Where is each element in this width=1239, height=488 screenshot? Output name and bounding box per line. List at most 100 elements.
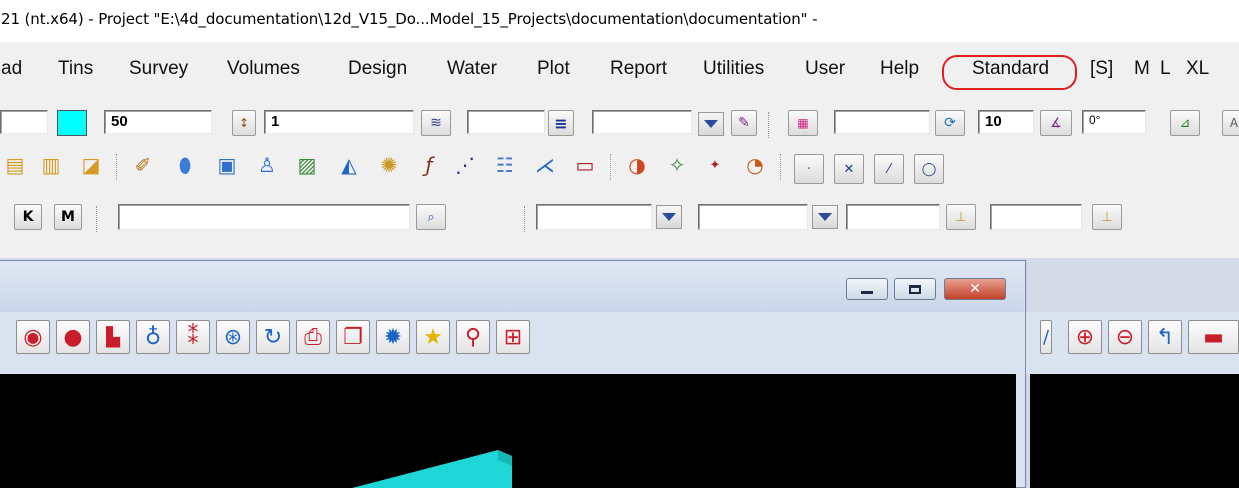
menu-item-size-xl[interactable]: XL xyxy=(1186,58,1209,80)
menu-item-size-s[interactable]: [S] xyxy=(1090,58,1113,80)
steering-wheel-icon[interactable]: ⊛ xyxy=(216,320,250,354)
angle-icon[interactable]: ∡ xyxy=(1040,110,1072,136)
weight-dropdown[interactable] xyxy=(698,112,724,136)
chainage-icon[interactable]: ▦ xyxy=(788,110,818,136)
text-angle-icon[interactable]: ⊿ xyxy=(1170,110,1200,136)
name-field[interactable] xyxy=(0,110,48,134)
coordinate-icon[interactable]: ⊥ xyxy=(946,204,976,230)
line-snap-icon[interactable]: ⁄ xyxy=(874,154,904,184)
minimize-button[interactable] xyxy=(846,278,888,300)
k-button[interactable]: K xyxy=(14,204,42,230)
point-snap-icon[interactable]: · xyxy=(794,154,824,184)
highlight-ring xyxy=(942,55,1077,90)
search-icon[interactable]: ⌕ xyxy=(416,204,446,230)
size-field[interactable]: 50 xyxy=(104,110,212,134)
minus-icon[interactable]: ▬ xyxy=(1188,320,1239,354)
hierarchy-icon[interactable]: ☷ xyxy=(490,150,520,180)
folder-open-icon[interactable]: ▥ xyxy=(36,150,66,180)
dat-icon[interactable]: ✦ xyxy=(700,150,730,180)
rotate-icon[interactable]: ⟳ xyxy=(935,110,965,136)
folder-options-icon[interactable]: ◪ xyxy=(76,150,106,180)
filter-field-3[interactable] xyxy=(846,204,940,230)
title-bar: 21 (nt.x64) - Project "E:\4d_documentati… xyxy=(0,0,1239,42)
linestyle-icon[interactable]: ≋ xyxy=(421,110,451,136)
grid-icon[interactable]: ⊞ xyxy=(496,320,530,354)
copy-icon[interactable]: ❐ xyxy=(336,320,370,354)
menu-item-report[interactable]: Report xyxy=(610,58,667,80)
toolbar-row-tools: ▤ ▥ ◪ ✐ ⬮ ▣ ♙ ▨ ◭ ✺ ƒ ⋰ ☷ ⋌ ▭ ◑ ✧ ✦ ◔ · … xyxy=(0,150,1239,190)
separator xyxy=(768,112,770,138)
user-icon[interactable]: ♙ xyxy=(252,150,282,180)
menu-item-volumes[interactable]: Volumes xyxy=(227,58,300,80)
m-button[interactable]: M xyxy=(54,204,82,230)
restore-icon xyxy=(909,284,921,294)
menu-item-help[interactable]: Help xyxy=(880,58,919,80)
plan-view-canvas[interactable] xyxy=(0,374,1016,488)
filter-dropdown-1[interactable] xyxy=(656,205,682,229)
printer-icon[interactable]: ⎙ xyxy=(296,320,330,354)
gear-icon[interactable]: ✹ xyxy=(376,320,410,354)
layers-icon[interactable]: ◭ xyxy=(334,150,364,180)
intersect-snap-icon[interactable]: ✕ xyxy=(834,154,864,184)
refresh-icon[interactable]: ↻ xyxy=(256,320,290,354)
filter-field-1[interactable] xyxy=(536,204,652,230)
menu-item-user[interactable]: User xyxy=(805,58,845,80)
footprints-icon[interactable]: ⁑ xyxy=(176,320,210,354)
weight-icon[interactable]: ≡ xyxy=(548,110,574,136)
pin-icon[interactable]: ⚲ xyxy=(456,320,490,354)
search-input[interactable] xyxy=(118,204,410,230)
menu-item-size-l[interactable]: L xyxy=(1160,58,1171,80)
chevron-down-icon xyxy=(704,120,718,128)
tag-icon[interactable]: ⬮ xyxy=(170,150,200,180)
partial-tool-icon[interactable]: / xyxy=(1040,320,1052,354)
pencil-icon[interactable]: ✐ xyxy=(128,150,158,180)
weight-field[interactable] xyxy=(592,110,692,134)
colour-swatch[interactable] xyxy=(57,110,87,136)
folder-icon[interactable]: ▤ xyxy=(0,150,30,180)
joystick-icon[interactable]: ♁ xyxy=(136,320,170,354)
coordinate-pick-icon[interactable]: ⊥ xyxy=(1092,204,1122,230)
zoom-in-icon[interactable]: ⊕ xyxy=(1068,320,1102,354)
menu-item-utilities[interactable]: Utilities xyxy=(703,58,764,80)
star-icon[interactable]: ★ xyxy=(416,320,450,354)
fx-gauge-icon[interactable]: ◑ xyxy=(622,150,652,180)
eyedropper-icon[interactable]: ✎ xyxy=(731,110,757,136)
undo-icon[interactable]: ↰ xyxy=(1148,320,1182,354)
menu-item-survey[interactable]: Survey xyxy=(129,58,188,80)
menu-item-ad[interactable]: ad xyxy=(1,58,22,80)
text-style-icon[interactable]: A xyxy=(1222,110,1239,136)
filter-dropdown-2[interactable] xyxy=(812,205,838,229)
graph-icon[interactable]: ⋰ xyxy=(450,150,480,180)
filter-field-4[interactable] xyxy=(990,204,1082,230)
chainage-field[interactable] xyxy=(834,110,930,134)
filter-field-2[interactable] xyxy=(698,204,808,230)
zoom-out-icon[interactable]: ⊖ xyxy=(1108,320,1142,354)
curve-icon[interactable]: ⋌ xyxy=(530,150,560,180)
circle-snap-icon[interactable]: ◯ xyxy=(914,154,944,184)
menu-item-tins[interactable]: Tins xyxy=(58,58,93,80)
menu-item-size-m[interactable]: M xyxy=(1134,58,1150,80)
meter-icon[interactable]: ◔ xyxy=(740,150,770,180)
bulldozer-icon[interactable]: ▙ xyxy=(96,320,130,354)
text-height-field[interactable]: 1 xyxy=(264,110,414,134)
second-view-canvas[interactable] xyxy=(1030,374,1239,488)
text-height-icon[interactable]: ↕ xyxy=(232,110,256,136)
line-width-field[interactable]: 10 xyxy=(978,110,1034,134)
chevron-down-icon xyxy=(662,213,676,221)
function-icon[interactable]: ƒ xyxy=(414,150,444,180)
planet-icon[interactable]: ● xyxy=(56,320,90,354)
linestyle-field[interactable] xyxy=(467,110,545,134)
image-icon[interactable]: ▨ xyxy=(292,150,322,180)
angle-field[interactable]: 0° xyxy=(1082,110,1146,134)
close-button[interactable]: ✕ xyxy=(944,278,1006,300)
window-title: 21 (nt.x64) - Project "E:\4d_documentati… xyxy=(1,10,818,28)
eye-icon[interactable]: ◉ xyxy=(16,320,50,354)
shell-icon[interactable]: ✺ xyxy=(374,150,404,180)
fx-edit-icon[interactable]: ✧ xyxy=(662,150,692,180)
menu-item-water[interactable]: Water xyxy=(447,58,497,80)
window-icon[interactable]: ▭ xyxy=(570,150,600,180)
maximize-button[interactable] xyxy=(894,278,936,300)
menu-item-plot[interactable]: Plot xyxy=(537,58,570,80)
menu-item-design[interactable]: Design xyxy=(348,58,407,80)
note-icon[interactable]: ▣ xyxy=(212,150,242,180)
